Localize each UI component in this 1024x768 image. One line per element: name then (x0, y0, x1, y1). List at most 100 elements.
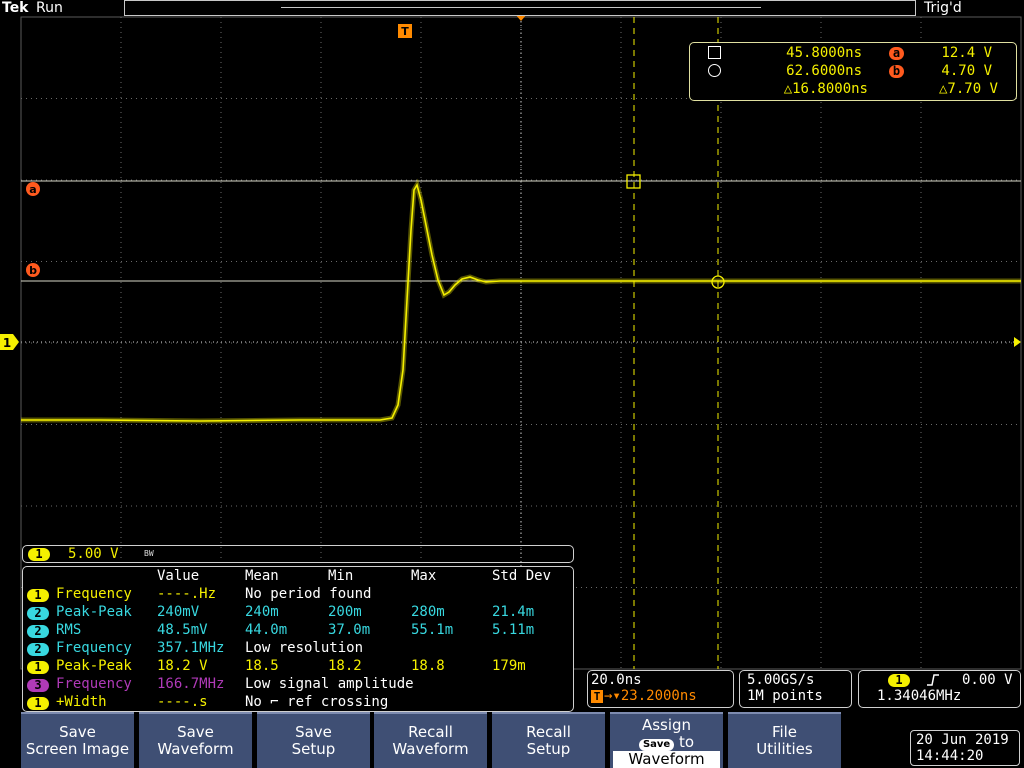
measurement-value: 48.5mV (157, 622, 208, 638)
cursor-b-marker-label: b (29, 264, 37, 277)
measurement-std-dev: 179m (492, 658, 526, 674)
measurements-header: Value Mean Min Max Std Dev (23, 568, 573, 586)
timebase-readout[interactable]: 20.0ns T →▾23.2000ns (587, 670, 734, 708)
measurement-std-dev: 21.4m (492, 604, 535, 620)
measurement-name: Peak-Peak (56, 604, 132, 620)
cursor-readout[interactable]: 45.8000ns a 12.4 V 62.6000ns b 4.70 V △1… (689, 42, 1017, 101)
softkey-line1: Save (295, 723, 332, 741)
rising-edge-icon (927, 674, 939, 686)
header-min: Min (328, 568, 354, 584)
softkey-line1: Save (177, 723, 214, 741)
cursor-delta-time: △16.8000ns (783, 81, 868, 97)
measurement-note: No period found (245, 586, 372, 602)
measurement-row[interactable]: 1 Frequency ----.Hz No period found (23, 586, 573, 604)
trigger-frequency: 1.34046MHz (877, 688, 962, 704)
measurement-row[interactable]: 1 Peak-Peak 18.2 V 18.5 18.2 18.8 179m (23, 658, 573, 676)
time: 14:44:20 (916, 748, 984, 764)
measurement-max: 280m (411, 604, 445, 620)
softkey-line1: Recall (408, 723, 453, 741)
record-view-window (281, 7, 761, 8)
measurement-mean: 18.5 (245, 658, 279, 674)
measurement-channel-badge: 2 (27, 625, 49, 638)
measurement-channel-badge: 3 (27, 679, 49, 692)
header-value: Value (157, 568, 200, 584)
cursor-b-value: 4.70 V (941, 63, 992, 79)
measurement-row[interactable]: 2 Peak-Peak 240mV 240m 200m 280m 21.4m (23, 604, 573, 622)
softkey-save-setup[interactable]: Save Setup (257, 712, 370, 768)
measurement-value: 240mV (157, 604, 200, 620)
bandwidth-limit-icon: BW (144, 549, 154, 558)
cursor-a-value: 12.4 V (941, 45, 992, 61)
acquisition-readout[interactable]: 5.00GS/s 1M points (739, 670, 852, 708)
date-time: 20 Jun 2019 14:44:20 (910, 730, 1020, 766)
measurement-channel-badge: 1 (27, 697, 49, 710)
cursor-delta-voltage: △7.70 V (938, 81, 998, 97)
measurement-note: Low resolution (245, 640, 364, 656)
measurement-value: ----.s (157, 694, 208, 710)
softkey-line2: Setup (526, 740, 571, 758)
horizontal-position: →▾23.2000ns (604, 688, 697, 704)
softkey-assign-waveform[interactable]: Assign Save to Waveform (610, 712, 723, 768)
trigger-position-icon: T (591, 690, 603, 703)
timebase-scale: 20.0ns (591, 672, 642, 688)
measurement-name: Frequency (56, 586, 132, 602)
trigger-level: 0.00 V (962, 672, 1013, 688)
sample-rate: 5.00GS/s (747, 672, 815, 688)
date: 20 Jun 2019 (916, 732, 1009, 748)
softkey-line1: Recall (526, 723, 571, 741)
circle-cursor-icon (708, 64, 721, 77)
measurement-name: RMS (56, 622, 82, 638)
softkey-save-waveform[interactable]: Save Waveform (139, 712, 252, 768)
measurement-channel-badge: 1 (27, 589, 49, 602)
trigger-level-marker (1014, 337, 1021, 347)
measurement-row[interactable]: 2 RMS 48.5mV 44.0m 37.0m 55.1m 5.11m (23, 622, 573, 640)
measurement-min: 200m (328, 604, 362, 620)
softkey-save-screen-image[interactable]: Save Screen Image (21, 712, 134, 768)
measurement-channel-badge: 2 (27, 643, 49, 656)
measurement-max: 18.8 (411, 658, 445, 674)
trigger-state: Trig'd (924, 0, 962, 16)
measurement-channel-badge: 2 (27, 607, 49, 620)
measurement-name: Peak-Peak (56, 658, 132, 674)
measurement-value: 18.2 V (157, 658, 208, 674)
trigger-source-badge: 1 (888, 674, 910, 687)
cursor-a-marker-label: a (29, 183, 36, 196)
measurement-name: Frequency (56, 676, 132, 692)
measurement-row[interactable]: 2 Frequency 357.1MHz Low resolution (23, 640, 573, 658)
measurement-channel-badge: 1 (27, 661, 49, 674)
measurement-min: 18.2 (328, 658, 362, 674)
softkey-recall-setup[interactable]: Recall Setup (492, 712, 605, 768)
softkey-line2: Utilities (756, 740, 813, 758)
softkey-line1: Assign (641, 716, 692, 734)
softkey-recall-waveform[interactable]: Recall Waveform (374, 712, 487, 768)
softkey-line2: Setup (291, 740, 336, 758)
measurement-value: 357.1MHz (157, 640, 225, 656)
measurement-max: 55.1m (411, 622, 454, 638)
softkey-mid: to (678, 733, 695, 751)
measurement-note: No ⌐ ref crossing (245, 694, 389, 710)
cursor-t1-value: 45.8000ns (786, 45, 862, 61)
cursor-a-icon: a (889, 47, 904, 60)
softkey-file-utilities[interactable]: File Utilities (728, 712, 841, 768)
softkey-line2: Waveform (157, 740, 234, 758)
channel1-badge: 1 (28, 548, 50, 561)
trigger-readout[interactable]: 1 0.00 V 1.34046MHz (858, 670, 1021, 708)
measurement-row[interactable]: 3 Frequency 166.7MHz Low signal amplitude (23, 676, 573, 694)
record-view-bar (124, 0, 916, 16)
measurement-name: +Width (56, 694, 107, 710)
measurement-row[interactable]: 1 +Width ----.s No ⌐ ref crossing (23, 694, 573, 712)
channel1-ground-marker-label: 1 (3, 336, 11, 350)
measurements-panel[interactable]: Value Mean Min Max Std Dev 1 Frequency ---… (22, 566, 574, 712)
measurement-name: Frequency (56, 640, 132, 656)
acquisition-state: Run (36, 0, 63, 16)
softkey-line2: Screen Image (25, 740, 130, 758)
square-cursor-icon (708, 46, 721, 59)
cursor-b-icon: b (889, 65, 904, 78)
header-mean: Mean (245, 568, 279, 584)
channel1-scale-bar[interactable]: 1 5.00 V BW (22, 545, 574, 563)
measurement-mean: 240m (245, 604, 279, 620)
measurement-min: 37.0m (328, 622, 371, 638)
trigger-position-marker-label: T (401, 25, 409, 38)
softkey-line2: Waveform (613, 751, 720, 768)
cursor-t2-value: 62.6000ns (786, 63, 862, 79)
